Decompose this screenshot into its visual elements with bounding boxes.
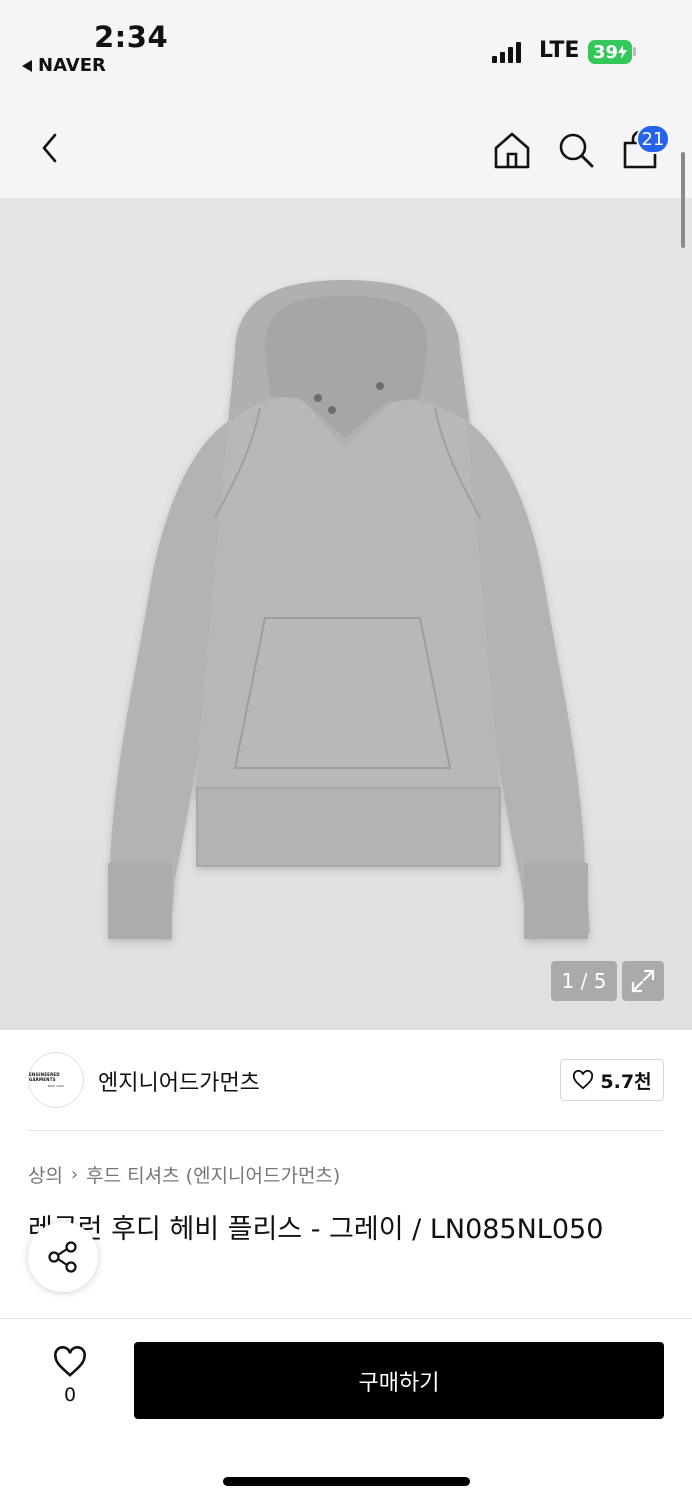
product-image-gallery[interactable] [0, 198, 692, 1030]
brand-like-button[interactable]: 5.7천 [560, 1059, 664, 1101]
back-triangle-icon [22, 59, 32, 72]
back-to-app-link[interactable]: NAVER [22, 55, 106, 76]
status-bar: 2:34 NAVER LTE 39 [0, 0, 692, 98]
share-icon [48, 1241, 77, 1273]
brand-name-link[interactable]: 엔지니어드가먼츠 [98, 1065, 260, 1097]
heart-icon [573, 1070, 594, 1090]
breadcrumb-item-top[interactable]: 상의 [28, 1161, 63, 1188]
expand-icon [631, 969, 655, 993]
status-time: 2:34 [94, 20, 169, 54]
brand-row: ENGINEERED GARMENTS NEW YORK 엔지니어드가먼츠 5.… [28, 1052, 664, 1110]
breadcrumb-chevron-icon: › [70, 1164, 79, 1185]
heart-icon [54, 1346, 86, 1377]
buy-button[interactable]: 구매하기 [134, 1342, 664, 1419]
battery-icon: 39 [588, 40, 632, 64]
wishlist-count: 0 [63, 1384, 77, 1406]
wishlist-button[interactable]: 0 [40, 1346, 100, 1416]
home-indicator [223, 1477, 470, 1486]
product-image-hoodie [108, 280, 590, 940]
brand-like-count: 5.7천 [600, 1070, 652, 1093]
breadcrumb-item-category[interactable]: 후드 티셔츠 (엔지니어드가먼츠) [86, 1161, 340, 1188]
breadcrumb: 상의 › 후드 티셔츠 (엔지니어드가먼츠) [28, 1161, 340, 1188]
search-icon [559, 133, 594, 168]
home-button[interactable] [488, 128, 536, 172]
brand-logo[interactable]: ENGINEERED GARMENTS NEW YORK [28, 1052, 84, 1108]
top-nav-bar [0, 98, 692, 198]
cart-count-badge: 21 [636, 124, 670, 154]
signal-strength-icon [492, 41, 521, 63]
network-type: LTE [539, 38, 580, 63]
charging-bolt-icon [618, 45, 628, 59]
brand-logo-text: ENGINEERED GARMENTS [29, 1072, 60, 1082]
divider [28, 1130, 664, 1131]
expand-image-button[interactable] [622, 961, 664, 1001]
page-scroll-indicator [681, 152, 685, 248]
product-title: 레글런 후디 헤비 플리스 - 그레이 / LN085NL050 [28, 1214, 604, 1245]
back-app-label: NAVER [38, 55, 106, 76]
search-button[interactable] [554, 128, 598, 172]
back-button[interactable] [28, 126, 72, 170]
battery-nub [633, 47, 636, 56]
chevron-left-icon [42, 133, 57, 163]
home-icon [494, 132, 530, 169]
share-button[interactable] [28, 1222, 98, 1292]
brand-logo-subtext: NEW YORK [47, 1084, 65, 1088]
image-counter: 1 / 5 [551, 961, 617, 1001]
battery-level: 39 [592, 41, 619, 63]
